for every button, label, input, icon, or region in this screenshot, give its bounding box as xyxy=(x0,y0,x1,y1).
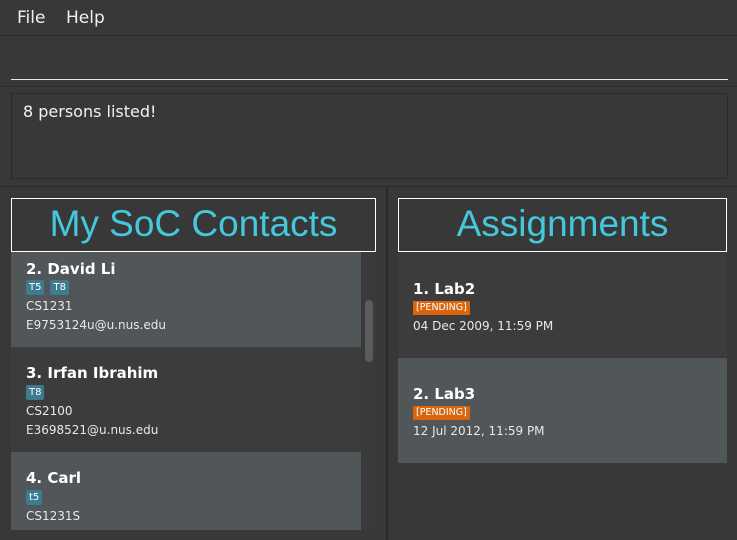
tag-list: t5 xyxy=(26,490,43,505)
scrollbar-thumb[interactable] xyxy=(365,300,373,362)
tag: T5 xyxy=(26,280,45,295)
result-display: 8 persons listed! xyxy=(11,93,728,179)
assignment-card[interactable]: 1. Lab2 [PENDING] 04 Dec 2009, 11:59 PM xyxy=(398,252,727,357)
person-module: CS1231 xyxy=(26,299,73,313)
contacts-list[interactable]: 2. David Li T5 T8 CS1231 E9753124u@u.nus… xyxy=(11,252,361,530)
person-card[interactable]: 2. David Li T5 T8 CS1231 E9753124u@u.nus… xyxy=(11,252,361,357)
assignments-list[interactable]: 1. Lab2 [PENDING] 04 Dec 2009, 11:59 PM … xyxy=(398,252,727,464)
person-card[interactable]: 3. Irfan Ibrahim T8 CS2100 E3698521@u.nu… xyxy=(11,347,361,452)
menu-bar: File Help xyxy=(0,0,737,36)
status-badge: [PENDING] xyxy=(413,301,470,315)
person-name: 4. Carl xyxy=(26,469,82,487)
status-badge: [PENDING] xyxy=(413,406,470,420)
tag: T8 xyxy=(26,385,45,400)
person-card[interactable]: 4. Carl t5 CS1231S xyxy=(11,452,361,530)
result-text: 8 persons listed! xyxy=(23,102,157,121)
assignment-deadline: 04 Dec 2009, 11:59 PM xyxy=(413,319,554,333)
contacts-scrollbar[interactable] xyxy=(362,252,376,530)
tag: T8 xyxy=(50,280,69,295)
person-email: E9753124u@u.nus.edu xyxy=(26,318,166,332)
person-module: CS1231S xyxy=(26,509,81,523)
horizontal-divider xyxy=(0,186,737,187)
assignment-deadline: 12 Jul 2012, 11:59 PM xyxy=(413,424,545,438)
person-module: CS2100 xyxy=(26,404,73,418)
assignment-name: 2. Lab3 xyxy=(413,385,476,403)
command-input[interactable] xyxy=(11,42,728,80)
person-name: 3. Irfan Ibrahim xyxy=(26,364,159,382)
menu-help[interactable]: Help xyxy=(66,8,105,28)
command-box xyxy=(0,37,737,87)
tag-list: T8 xyxy=(26,385,45,400)
assignments-panel-title: Assignments xyxy=(398,198,727,252)
contacts-panel-title: My SoC Contacts xyxy=(11,198,376,252)
assignment-card[interactable]: 2. Lab3 [PENDING] 12 Jul 2012, 11:59 PM xyxy=(398,358,727,463)
menu-file[interactable]: File xyxy=(17,8,45,28)
person-email: E3698521@u.nus.edu xyxy=(26,423,159,437)
split-pane-divider[interactable] xyxy=(386,187,388,540)
tag-list: T5 T8 xyxy=(26,280,69,295)
tag: t5 xyxy=(26,490,43,505)
assignment-name: 1. Lab2 xyxy=(413,280,476,298)
person-name: 2. David Li xyxy=(26,260,116,278)
